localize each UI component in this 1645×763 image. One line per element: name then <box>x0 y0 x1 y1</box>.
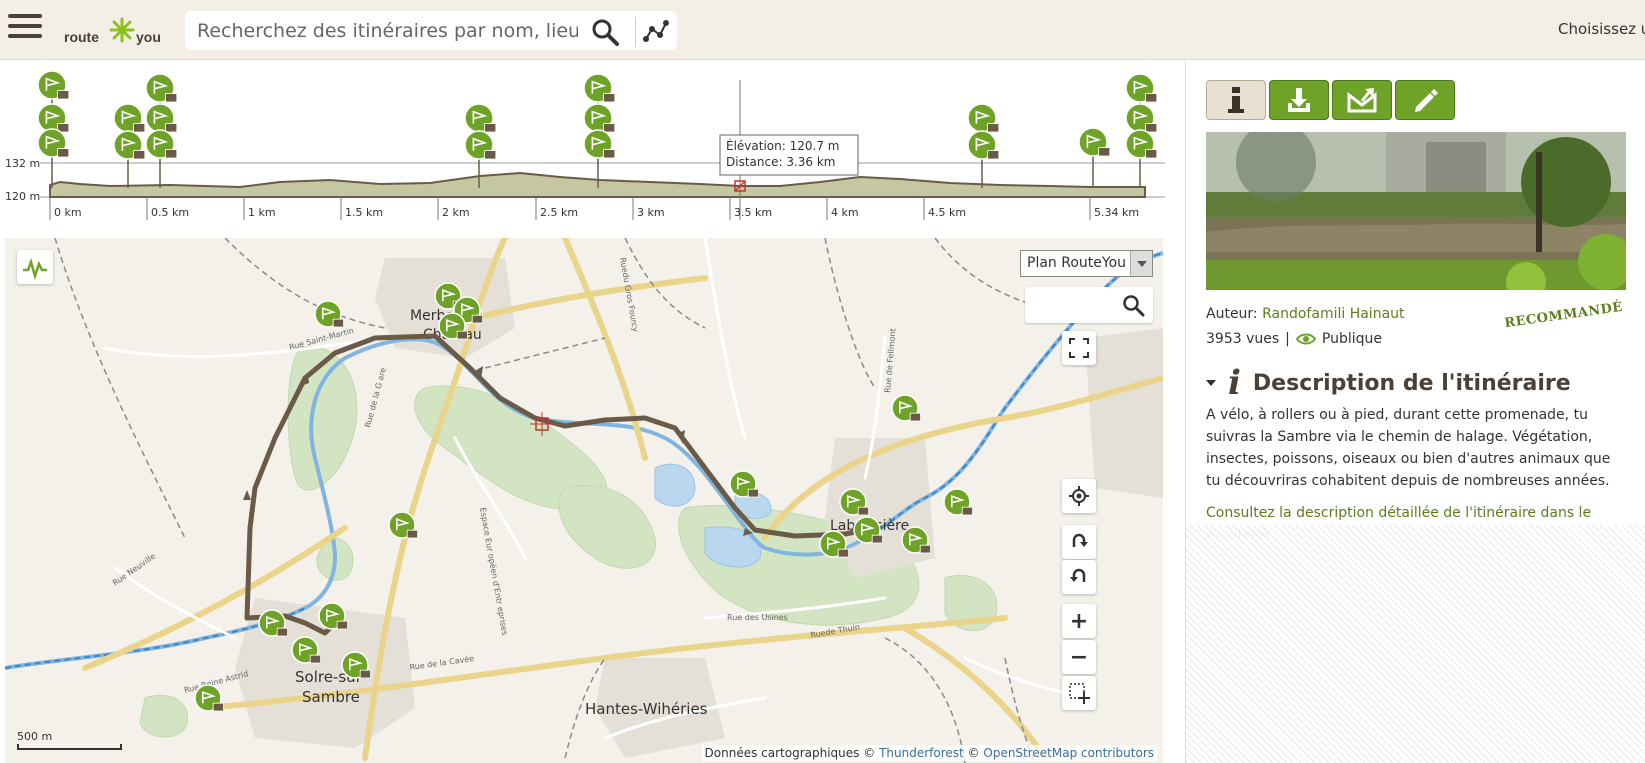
route-photo[interactable] <box>1206 132 1626 290</box>
author-label: Auteur: <box>1206 306 1258 322</box>
elevation-poi-marker[interactable] <box>967 103 1000 133</box>
elevation-x-label: 3 km <box>637 206 665 219</box>
elevation-poi-marker[interactable] <box>1125 129 1158 159</box>
attribution-separator: © <box>967 746 980 760</box>
map-search-input[interactable] <box>1031 293 1111 317</box>
description-title: Description de l'itinéraire <box>1252 370 1571 396</box>
town-label: Sambre <box>302 688 360 706</box>
author-link[interactable]: Randofamili Hainaut <box>1262 306 1404 322</box>
info-button[interactable] <box>1206 80 1266 120</box>
search-input[interactable] <box>195 17 580 45</box>
elevation-poi-marker[interactable] <box>37 70 70 100</box>
map-search-icon[interactable] <box>1121 293 1145 317</box>
views-count: 3953 vues <box>1206 331 1280 347</box>
route-map[interactable]: Rue Saint-Martin Rue de la G are Rue Neu… <box>5 238 1163 763</box>
elevation-poi-marker[interactable] <box>113 130 146 160</box>
route-details-panel: Auteur: Randofamili Hainaut 3953 vues | … <box>1185 60 1645 763</box>
map-type-select[interactable]: Plan RouteYou <box>1020 250 1153 277</box>
box-zoom-icon[interactable] <box>1062 676 1096 710</box>
zoom-in-icon[interactable]: + <box>1062 604 1096 638</box>
recommended-stamp: RECOMMANDÉ <box>1503 299 1624 332</box>
search-icon[interactable] <box>590 17 620 47</box>
elevation-x-label: 5.34 km <box>1094 206 1139 219</box>
visibility-status: Publique <box>1321 331 1382 347</box>
choose-language-link[interactable]: Choisissez u <box>1558 20 1645 38</box>
locate-icon[interactable] <box>1062 479 1096 513</box>
info-icon <box>1228 87 1244 113</box>
scrubbed-content-area <box>1186 525 1645 763</box>
edit-button[interactable] <box>1395 80 1455 120</box>
separator: | <box>1285 331 1290 347</box>
map-scale-bar <box>17 744 122 750</box>
elevation-x-label: 1.5 km <box>345 206 383 219</box>
elevation-y-label: 120 m <box>5 190 40 203</box>
map-attribution: Données cartographiques © Thunderforest … <box>701 745 1157 761</box>
download-icon <box>1288 88 1310 112</box>
info-italic-icon: i <box>1228 363 1241 403</box>
elevation-poi-marker[interactable] <box>145 103 178 133</box>
rotate-right-icon[interactable] <box>1062 560 1096 594</box>
map-type-label: Plan RouteYou <box>1027 255 1127 271</box>
top-header: route you Choisissez u <box>0 0 1645 60</box>
elevation-poi-marker[interactable] <box>583 103 616 133</box>
elevation-poi-marker[interactable] <box>464 103 497 133</box>
elevation-y-label: 132 m <box>5 157 40 170</box>
rotate-left-icon[interactable] <box>1062 525 1096 559</box>
elevation-poi-marker[interactable] <box>113 103 146 133</box>
share-button[interactable] <box>1332 80 1392 120</box>
elevation-x-label: 1 km <box>248 206 276 219</box>
logo-text-you: you <box>136 29 161 45</box>
elevation-x-label: 2.5 km <box>540 206 578 219</box>
elevation-x-label: 3.5 km <box>734 206 772 219</box>
pencil-icon <box>1415 89 1438 112</box>
elevation-poi-marker[interactable] <box>145 129 178 159</box>
route-main-panel: 132 m 120 m Élévation: 120.7 m Distance:… <box>0 60 1185 763</box>
elevation-poi-marker[interactable] <box>37 103 70 133</box>
elevation-poi-marker[interactable] <box>1125 73 1158 103</box>
elevation-toggle-button[interactable] <box>17 250 53 284</box>
elevation-poi-marker[interactable] <box>1078 127 1111 157</box>
eye-icon <box>1295 333 1316 345</box>
thunderforest-link[interactable]: Thunderforest <box>879 746 964 760</box>
elevation-poi-marker[interactable] <box>464 130 497 160</box>
elevation-poi-marker[interactable] <box>583 129 616 159</box>
zoom-out-icon[interactable]: − <box>1062 640 1096 674</box>
elevation-tooltip-elevation: Élévation: 120.7 m <box>726 138 839 153</box>
elevation-tooltip-distance: Distance: 3.36 km <box>726 155 836 169</box>
street-label: Rue des Usines <box>727 613 788 622</box>
elevation-x-label: 0.5 km <box>151 206 189 219</box>
map-search-box <box>1025 287 1153 323</box>
attribution-prefix: Données cartographiques © <box>704 746 876 760</box>
caret-down-icon[interactable] <box>1206 380 1216 386</box>
elevation-x-label: 4.5 km <box>928 206 966 219</box>
route-planner-icon[interactable] <box>635 17 669 47</box>
elevation-poi-marker[interactable] <box>37 128 70 158</box>
logo-text-route: route <box>64 29 99 45</box>
map-scale-label: 500 m <box>17 730 53 743</box>
routeyou-logo[interactable]: route you <box>62 10 172 50</box>
elevation-x-label: 2 km <box>442 206 470 219</box>
chevron-down-icon <box>1130 251 1152 276</box>
elevation-poi-marker[interactable] <box>1125 103 1158 133</box>
views-line: 3953 vues | Publique <box>1206 331 1382 347</box>
openstreetmap-link[interactable]: OpenStreetMap contributors <box>983 746 1154 760</box>
town-label: Hantes-Wihéries <box>585 700 708 718</box>
share-icon <box>1347 88 1377 113</box>
search-box <box>185 11 677 50</box>
logo-star-icon <box>109 17 135 43</box>
author-line: Auteur: Randofamili Hainaut <box>1206 306 1405 322</box>
elevation-profile[interactable]: 132 m 120 m Élévation: 120.7 m Distance:… <box>0 60 1185 235</box>
fullscreen-icon[interactable] <box>1062 331 1096 365</box>
description-header[interactable]: i Description de l'itinéraire <box>1206 366 1571 400</box>
elevation-x-label: 4 km <box>831 206 859 219</box>
download-button[interactable] <box>1269 80 1329 120</box>
description-text: A vélo, à rollers ou à pied, durant cett… <box>1206 407 1611 489</box>
elevation-x-label: 0 km <box>54 206 82 219</box>
elevation-poi-marker[interactable] <box>583 73 616 103</box>
elevation-poi-marker[interactable] <box>145 73 178 103</box>
menu-hamburger-icon[interactable] <box>8 14 42 44</box>
elevation-poi-marker[interactable] <box>967 130 1000 160</box>
